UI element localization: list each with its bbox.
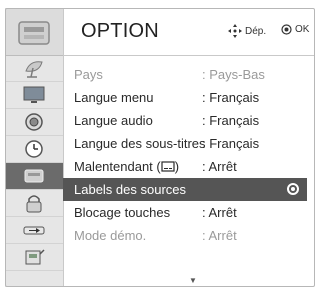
option-menu-screen: OPTION Dép. OK Pays : Pays-Bas Langue me… xyxy=(5,8,315,287)
menu-frame xyxy=(5,8,315,287)
